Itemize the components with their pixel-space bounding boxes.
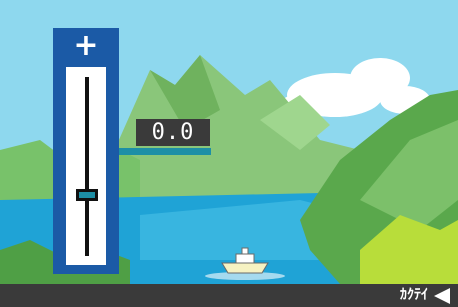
decrease-exposure-symbol: − <box>73 240 99 275</box>
left-triangle-icon[interactable] <box>434 288 450 304</box>
value-leader-line <box>119 148 211 155</box>
increase-exposure-symbol: + <box>73 28 99 63</box>
exposure-value-readout: 0.0 <box>136 119 210 146</box>
slider-track <box>85 77 89 257</box>
camera-screen: + − 0.0 ｶｸﾃｲ <box>0 0 458 307</box>
slider-thumb[interactable] <box>76 189 98 201</box>
exposure-slider[interactable]: + − <box>53 28 119 274</box>
bottom-bar: ｶｸﾃｲ <box>0 284 458 307</box>
confirm-label[interactable]: ｶｸﾃｲ <box>400 284 428 307</box>
